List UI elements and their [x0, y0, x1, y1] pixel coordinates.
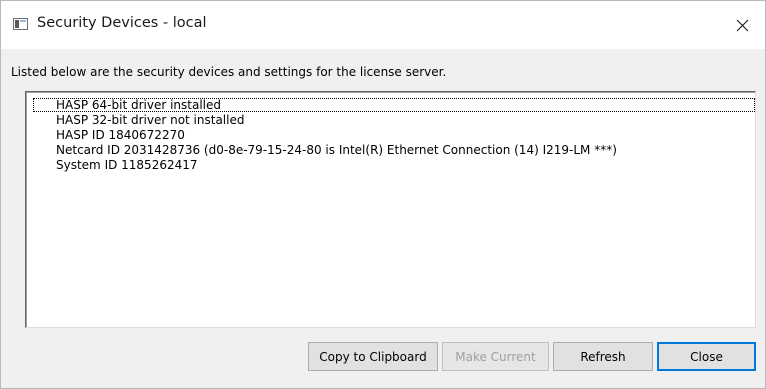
close-window-button[interactable]: [719, 1, 765, 49]
description-label: Listed below are the security devices an…: [11, 65, 447, 79]
close-icon: [736, 19, 748, 31]
close-button[interactable]: Close: [657, 342, 756, 371]
security-devices-dialog: Security Devices - local Listed below ar…: [0, 0, 766, 389]
title-bar: Security Devices - local: [1, 1, 765, 49]
list-item[interactable]: HASP ID 1840672270: [33, 128, 185, 142]
list-item[interactable]: HASP 64-bit driver installed: [33, 98, 755, 112]
list-item[interactable]: HASP 32-bit driver not installed: [33, 113, 244, 127]
list-item[interactable]: Netcard ID 2031428736 (d0-8e-79-15-24-80…: [33, 143, 617, 157]
devices-listbox[interactable]: HASP 64-bit driver installed HASP 32-bit…: [25, 91, 756, 328]
list-item[interactable]: System ID 1185262417: [33, 158, 198, 172]
copy-to-clipboard-button[interactable]: Copy to Clipboard: [308, 342, 438, 371]
refresh-button[interactable]: Refresh: [553, 342, 653, 371]
window-title: Security Devices - local: [37, 15, 207, 31]
make-current-button[interactable]: Make Current: [442, 342, 549, 371]
window-app-icon: [13, 18, 28, 30]
